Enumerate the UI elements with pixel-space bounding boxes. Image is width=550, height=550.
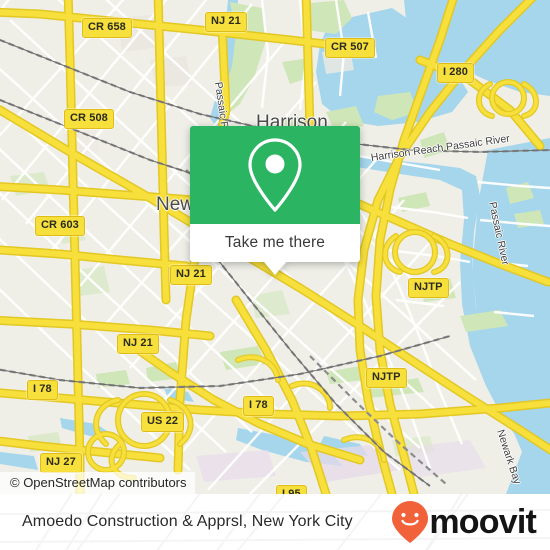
place-label-newark: New — [156, 194, 195, 215]
moovit-wordmark: moovit — [429, 503, 536, 541]
footer-bar: Amoedo Construction & Apprsl, New York C… — [0, 494, 550, 550]
road-shield: I 78 — [243, 396, 274, 416]
road-shield: CR 603 — [35, 216, 85, 236]
popup-tail — [264, 262, 286, 275]
popup-cta-label: Take me there — [224, 234, 326, 251]
road-shield: NJ 21 — [117, 334, 159, 354]
popup-cta[interactable]: Take me there — [190, 224, 360, 262]
map-canvas[interactable]: CR 658 NJ 21 CR 507 I 280 CR 508 CR 603 … — [0, 0, 550, 494]
road-shield: CR 658 — [82, 18, 132, 38]
road-shield: NJTP — [408, 278, 449, 298]
moovit-logo[interactable]: moovit — [390, 499, 537, 545]
road-shield: I 78 — [27, 380, 58, 400]
moovit-pin-icon — [392, 501, 429, 543]
road-shield: NJ 21 — [170, 265, 212, 285]
road-shield: US 22 — [141, 412, 185, 432]
map-pin-icon — [248, 138, 302, 212]
road-shield: I 280 — [437, 63, 474, 83]
road-shield: I 95 — [276, 485, 307, 494]
location-popup[interactable]: Take me there — [190, 126, 360, 275]
road-shield: CR 508 — [64, 109, 114, 129]
road-shield: NJTP — [366, 368, 407, 388]
osm-attribution[interactable]: © OpenStreetMap contributors — [0, 472, 195, 494]
road-shield: CR 507 — [325, 38, 375, 58]
popup-body — [190, 126, 360, 224]
road-shield: NJ 27 — [40, 453, 82, 473]
road-shield: NJ 21 — [205, 12, 247, 32]
map-screenshot: CR 658 NJ 21 CR 507 I 280 CR 508 CR 603 … — [0, 0, 550, 550]
page-title: Amoedo Construction & Apprsl, New York C… — [22, 513, 353, 530]
